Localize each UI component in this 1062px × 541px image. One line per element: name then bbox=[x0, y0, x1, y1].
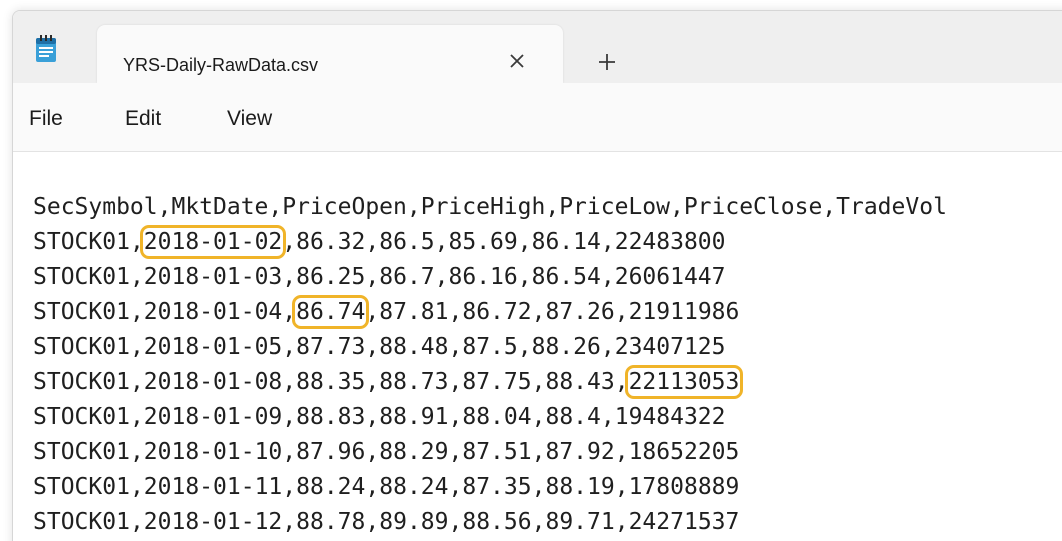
csv-cell-open: 86.25 bbox=[296, 264, 366, 290]
csv-line: STOCK01,2018-01-08,88.35,88.73,87.75,88.… bbox=[33, 365, 744, 399]
csv-cell-volume: 24271537 bbox=[628, 509, 740, 535]
highlighted-cell-volume: 22113053 bbox=[624, 365, 744, 399]
menu-edit[interactable]: Edit bbox=[125, 107, 161, 131]
csv-cell-symbol: STOCK01 bbox=[33, 299, 130, 325]
csv-cell-high: 88.48 bbox=[379, 334, 449, 360]
csv-line: STOCK01,2018-01-09,88.83,88.91,88.04,88.… bbox=[33, 404, 726, 430]
csv-cell-date: 2018-01-11 bbox=[143, 474, 283, 500]
close-icon[interactable] bbox=[507, 51, 527, 71]
csv-cell-open: 87.73 bbox=[296, 334, 366, 360]
csv-cell-symbol: STOCK01 bbox=[33, 229, 130, 255]
csv-cell-close: 86.14 bbox=[531, 229, 601, 255]
tab-title: YRS-Daily-RawData.csv bbox=[123, 55, 319, 75]
csv-cell-date: 2018-01-09 bbox=[143, 404, 283, 430]
highlighted-cell-open: 86.74 bbox=[292, 295, 370, 329]
notepad-icon bbox=[36, 35, 56, 62]
csv-line: STOCK01,2018-01-10,87.96,88.29,87.51,87.… bbox=[33, 439, 740, 465]
csv-cell-close: 89.71 bbox=[545, 509, 615, 535]
plus-icon[interactable] bbox=[596, 51, 618, 73]
csv-cell-volume: 18652205 bbox=[628, 439, 740, 465]
csv-cell-open: 88.78 bbox=[296, 509, 366, 535]
menu-bar: File Edit View bbox=[13, 83, 1062, 152]
csv-cell-symbol: STOCK01 bbox=[33, 264, 130, 290]
csv-cell-low: 88.56 bbox=[462, 509, 532, 535]
csv-line: STOCK01,2018-01-05,87.73,88.48,87.5,88.2… bbox=[33, 334, 726, 360]
csv-cell-volume: 22483800 bbox=[614, 229, 726, 255]
csv-cell-high: 87.81 bbox=[379, 299, 449, 325]
csv-cell-high: 88.29 bbox=[379, 439, 449, 465]
csv-cell-low: 87.5 bbox=[462, 334, 518, 360]
menu-view[interactable]: View bbox=[227, 107, 272, 131]
csv-cell-symbol: STOCK01 bbox=[33, 369, 130, 395]
csv-cell-high: 89.89 bbox=[379, 509, 449, 535]
csv-cell-low: 87.35 bbox=[462, 474, 532, 500]
highlighted-cell-date: 2018-01-02 bbox=[139, 225, 287, 259]
csv-cell-date: 2018-01-05 bbox=[143, 334, 283, 360]
csv-cell-high: 86.5 bbox=[379, 229, 435, 255]
csv-cell-high: 88.24 bbox=[379, 474, 449, 500]
csv-cell-close: 88.4 bbox=[545, 404, 601, 430]
notepad-window: YRS-Daily-RawData.csv File Edit View Sec… bbox=[12, 10, 1062, 541]
csv-cell-volume: 23407125 bbox=[614, 334, 726, 360]
csv-cell-symbol: STOCK01 bbox=[33, 509, 130, 535]
csv-cell-low: 87.51 bbox=[462, 439, 532, 465]
csv-cell-close: 87.92 bbox=[545, 439, 615, 465]
csv-cell-date: 2018-01-03 bbox=[143, 264, 283, 290]
csv-cell-high: 88.73 bbox=[379, 369, 449, 395]
csv-cell-symbol: STOCK01 bbox=[33, 439, 130, 465]
csv-cell-low: 88.04 bbox=[462, 404, 532, 430]
csv-cell-high: 86.7 bbox=[379, 264, 435, 290]
csv-cell-volume: 21911986 bbox=[628, 299, 740, 325]
csv-cell-low: 86.16 bbox=[448, 264, 518, 290]
csv-cell-low: 85.69 bbox=[448, 229, 518, 255]
csv-cell-symbol: STOCK01 bbox=[33, 474, 130, 500]
csv-line: STOCK01,2018-01-02,86.32,86.5,85.69,86.1… bbox=[33, 225, 726, 259]
csv-cell-date: 2018-01-12 bbox=[143, 509, 283, 535]
tab-bar: YRS-Daily-RawData.csv bbox=[13, 11, 1062, 83]
csv-cell-symbol: STOCK01 bbox=[33, 334, 130, 360]
csv-cell-low: 86.72 bbox=[462, 299, 532, 325]
csv-line: STOCK01,2018-01-04,86.74,87.81,86.72,87.… bbox=[33, 295, 740, 329]
csv-cell-date: 2018-01-04 bbox=[143, 299, 283, 325]
csv-cell-date: 2018-01-10 bbox=[143, 439, 283, 465]
csv-cell-low: 87.75 bbox=[462, 369, 532, 395]
tab-file[interactable]: YRS-Daily-RawData.csv bbox=[97, 25, 563, 83]
csv-cell-volume: 26061447 bbox=[614, 264, 726, 290]
csv-cell-close: 88.26 bbox=[531, 334, 601, 360]
csv-header-line: SecSymbol,MktDate,PriceOpen,PriceHigh,Pr… bbox=[33, 194, 947, 220]
csv-cell-open: 88.24 bbox=[296, 474, 366, 500]
csv-cell-symbol: STOCK01 bbox=[33, 404, 130, 430]
csv-cell-volume: 19484322 bbox=[614, 404, 726, 430]
csv-cell-close: 87.26 bbox=[545, 299, 615, 325]
csv-cell-volume: 17808889 bbox=[628, 474, 740, 500]
csv-cell-open: 86.32 bbox=[296, 229, 366, 255]
csv-cell-close: 86.54 bbox=[531, 264, 601, 290]
menu-file[interactable]: File bbox=[29, 107, 63, 131]
csv-cell-date: 2018-01-08 bbox=[143, 369, 283, 395]
csv-cell-close: 88.43 bbox=[545, 369, 615, 395]
csv-line: STOCK01,2018-01-03,86.25,86.7,86.16,86.5… bbox=[33, 264, 726, 290]
csv-cell-close: 88.19 bbox=[545, 474, 615, 500]
csv-line: STOCK01,2018-01-12,88.78,89.89,88.56,89.… bbox=[33, 509, 740, 535]
csv-cell-open: 87.96 bbox=[296, 439, 366, 465]
csv-cell-high: 88.91 bbox=[379, 404, 449, 430]
csv-cell-open: 88.83 bbox=[296, 404, 366, 430]
text-editor[interactable]: SecSymbol,MktDate,PriceOpen,PriceHigh,Pr… bbox=[13, 152, 1062, 541]
csv-cell-open: 88.35 bbox=[296, 369, 366, 395]
csv-line: STOCK01,2018-01-11,88.24,88.24,87.35,88.… bbox=[33, 474, 740, 500]
